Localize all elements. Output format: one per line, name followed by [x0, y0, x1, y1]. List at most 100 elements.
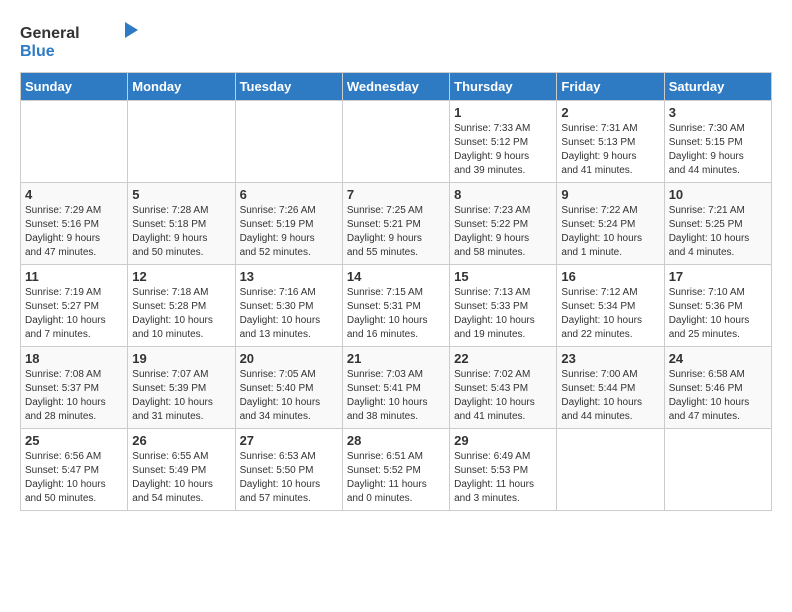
day-number: 11: [25, 269, 123, 284]
calendar-cell: [342, 101, 449, 183]
day-number: 1: [454, 105, 552, 120]
calendar-cell: [235, 101, 342, 183]
calendar-cell: 27 Sunrise: 6:53 AM Sunset: 5:50 PM Dayli…: [235, 429, 342, 511]
calendar-cell: 15 Sunrise: 7:13 AM Sunset: 5:33 PM Dayli…: [450, 265, 557, 347]
calendar-cell: 25 Sunrise: 6:56 AM Sunset: 5:47 PM Dayli…: [21, 429, 128, 511]
day-number: 16: [561, 269, 659, 284]
calendar-cell: 3 Sunrise: 7:30 AM Sunset: 5:15 PM Daylig…: [664, 101, 771, 183]
day-number: 2: [561, 105, 659, 120]
day-number: 18: [25, 351, 123, 366]
day-info: Sunrise: 7:08 AM Sunset: 5:37 PM Dayligh…: [25, 368, 123, 424]
day-info: Sunrise: 6:56 AM Sunset: 5:47 PM Dayligh…: [25, 450, 123, 506]
day-info: Sunrise: 7:31 AM Sunset: 5:13 PM Dayligh…: [561, 122, 659, 178]
day-info: Sunrise: 6:49 AM Sunset: 5:53 PM Dayligh…: [454, 450, 552, 506]
calendar-cell: 13 Sunrise: 7:16 AM Sunset: 5:30 PM Dayli…: [235, 265, 342, 347]
calendar-cell: 22 Sunrise: 7:02 AM Sunset: 5:43 PM Dayli…: [450, 347, 557, 429]
day-info: Sunrise: 7:33 AM Sunset: 5:12 PM Dayligh…: [454, 122, 552, 178]
day-info: Sunrise: 7:21 AM Sunset: 5:25 PM Dayligh…: [669, 204, 767, 260]
calendar-cell: [21, 101, 128, 183]
calendar-cell: 26Sunrise: 6:55 AM Sunset: 5:49 PM Dayli…: [128, 429, 235, 511]
day-number: 15: [454, 269, 552, 284]
day-info: Sunrise: 7:18 AM Sunset: 5:28 PM Dayligh…: [132, 286, 230, 342]
calendar-cell: [128, 101, 235, 183]
calendar-header-row: SundayMondayTuesdayWednesdayThursdayFrid…: [21, 73, 772, 101]
day-info: Sunrise: 7:16 AM Sunset: 5:30 PM Dayligh…: [240, 286, 338, 342]
calendar-cell: 18 Sunrise: 7:08 AM Sunset: 5:37 PM Dayli…: [21, 347, 128, 429]
day-info: Sunrise: 7:00 AM Sunset: 5:44 PM Dayligh…: [561, 368, 659, 424]
day-number: 14: [347, 269, 445, 284]
day-info: Sunrise: 6:55 AM Sunset: 5:49 PM Dayligh…: [132, 450, 230, 506]
day-number: 5: [132, 187, 230, 202]
calendar-cell: 17 Sunrise: 7:10 AM Sunset: 5:36 PM Dayli…: [664, 265, 771, 347]
day-info: Sunrise: 7:30 AM Sunset: 5:15 PM Dayligh…: [669, 122, 767, 178]
col-header-wednesday: Wednesday: [342, 73, 449, 101]
calendar-cell: 2 Sunrise: 7:31 AM Sunset: 5:13 PM Daylig…: [557, 101, 664, 183]
day-info: Sunrise: 6:58 AM Sunset: 5:46 PM Dayligh…: [669, 368, 767, 424]
day-number: 23: [561, 351, 659, 366]
day-number: 25: [25, 433, 123, 448]
calendar-cell: 9Sunrise: 7:22 AM Sunset: 5:24 PM Daylig…: [557, 183, 664, 265]
day-info: Sunrise: 7:26 AM Sunset: 5:19 PM Dayligh…: [240, 204, 338, 260]
col-header-tuesday: Tuesday: [235, 73, 342, 101]
day-number: 13: [240, 269, 338, 284]
calendar-table: SundayMondayTuesdayWednesdayThursdayFrid…: [20, 72, 772, 511]
calendar-cell: 21 Sunrise: 7:03 AM Sunset: 5:41 PM Dayli…: [342, 347, 449, 429]
calendar-cell: 6 Sunrise: 7:26 AM Sunset: 5:19 PM Daylig…: [235, 183, 342, 265]
day-info: Sunrise: 6:51 AM Sunset: 5:52 PM Dayligh…: [347, 450, 445, 506]
day-info: Sunrise: 6:53 AM Sunset: 5:50 PM Dayligh…: [240, 450, 338, 506]
day-info: Sunrise: 7:15 AM Sunset: 5:31 PM Dayligh…: [347, 286, 445, 342]
calendar-cell: 1 Sunrise: 7:33 AM Sunset: 5:12 PM Daylig…: [450, 101, 557, 183]
day-number: 8: [454, 187, 552, 202]
day-number: 4: [25, 187, 123, 202]
day-number: 7: [347, 187, 445, 202]
day-info: Sunrise: 7:03 AM Sunset: 5:41 PM Dayligh…: [347, 368, 445, 424]
day-info: Sunrise: 7:07 AM Sunset: 5:39 PM Dayligh…: [132, 368, 230, 424]
logo: General Blue: [20, 20, 140, 62]
col-header-sunday: Sunday: [21, 73, 128, 101]
day-number: 24: [669, 351, 767, 366]
calendar-cell: 16 Sunrise: 7:12 AM Sunset: 5:34 PM Dayli…: [557, 265, 664, 347]
col-header-friday: Friday: [557, 73, 664, 101]
calendar-cell: 23 Sunrise: 7:00 AM Sunset: 5:44 PM Dayli…: [557, 347, 664, 429]
week-row-3: 11 Sunrise: 7:19 AM Sunset: 5:27 PM Dayli…: [21, 265, 772, 347]
week-row-5: 25 Sunrise: 6:56 AM Sunset: 5:47 PM Dayli…: [21, 429, 772, 511]
week-row-4: 18 Sunrise: 7:08 AM Sunset: 5:37 PM Dayli…: [21, 347, 772, 429]
week-row-1: 1 Sunrise: 7:33 AM Sunset: 5:12 PM Daylig…: [21, 101, 772, 183]
day-number: 20: [240, 351, 338, 366]
calendar-cell: [557, 429, 664, 511]
day-info: Sunrise: 7:13 AM Sunset: 5:33 PM Dayligh…: [454, 286, 552, 342]
calendar-cell: [664, 429, 771, 511]
calendar-cell: 19 Sunrise: 7:07 AM Sunset: 5:39 PM Dayli…: [128, 347, 235, 429]
day-info: Sunrise: 7:28 AM Sunset: 5:18 PM Dayligh…: [132, 204, 230, 260]
svg-text:General: General: [20, 25, 80, 42]
calendar-cell: 24 Sunrise: 6:58 AM Sunset: 5:46 PM Dayli…: [664, 347, 771, 429]
day-info: Sunrise: 7:25 AM Sunset: 5:21 PM Dayligh…: [347, 204, 445, 260]
day-number: 19: [132, 351, 230, 366]
day-info: Sunrise: 7:02 AM Sunset: 5:43 PM Dayligh…: [454, 368, 552, 424]
calendar-cell: 14 Sunrise: 7:15 AM Sunset: 5:31 PM Dayli…: [342, 265, 449, 347]
calendar-cell: 11 Sunrise: 7:19 AM Sunset: 5:27 PM Dayli…: [21, 265, 128, 347]
calendar-cell: 8 Sunrise: 7:23 AM Sunset: 5:22 PM Daylig…: [450, 183, 557, 265]
calendar-cell: 5 Sunrise: 7:28 AM Sunset: 5:18 PM Daylig…: [128, 183, 235, 265]
week-row-2: 4Sunrise: 7:29 AM Sunset: 5:16 PM Daylig…: [21, 183, 772, 265]
page-header: General Blue: [20, 20, 772, 62]
day-number: 27: [240, 433, 338, 448]
day-info: Sunrise: 7:12 AM Sunset: 5:34 PM Dayligh…: [561, 286, 659, 342]
day-number: 17: [669, 269, 767, 284]
day-number: 29: [454, 433, 552, 448]
day-number: 6: [240, 187, 338, 202]
logo-svg: General Blue: [20, 20, 140, 62]
calendar-cell: 7 Sunrise: 7:25 AM Sunset: 5:21 PM Daylig…: [342, 183, 449, 265]
day-number: 21: [347, 351, 445, 366]
day-info: Sunrise: 7:19 AM Sunset: 5:27 PM Dayligh…: [25, 286, 123, 342]
calendar-cell: 20 Sunrise: 7:05 AM Sunset: 5:40 PM Dayli…: [235, 347, 342, 429]
day-number: 3: [669, 105, 767, 120]
day-info: Sunrise: 7:23 AM Sunset: 5:22 PM Dayligh…: [454, 204, 552, 260]
col-header-saturday: Saturday: [664, 73, 771, 101]
calendar-cell: 4Sunrise: 7:29 AM Sunset: 5:16 PM Daylig…: [21, 183, 128, 265]
calendar-cell: 10Sunrise: 7:21 AM Sunset: 5:25 PM Dayli…: [664, 183, 771, 265]
day-info: Sunrise: 7:05 AM Sunset: 5:40 PM Dayligh…: [240, 368, 338, 424]
day-info: Sunrise: 7:10 AM Sunset: 5:36 PM Dayligh…: [669, 286, 767, 342]
day-number: 22: [454, 351, 552, 366]
day-number: 28: [347, 433, 445, 448]
